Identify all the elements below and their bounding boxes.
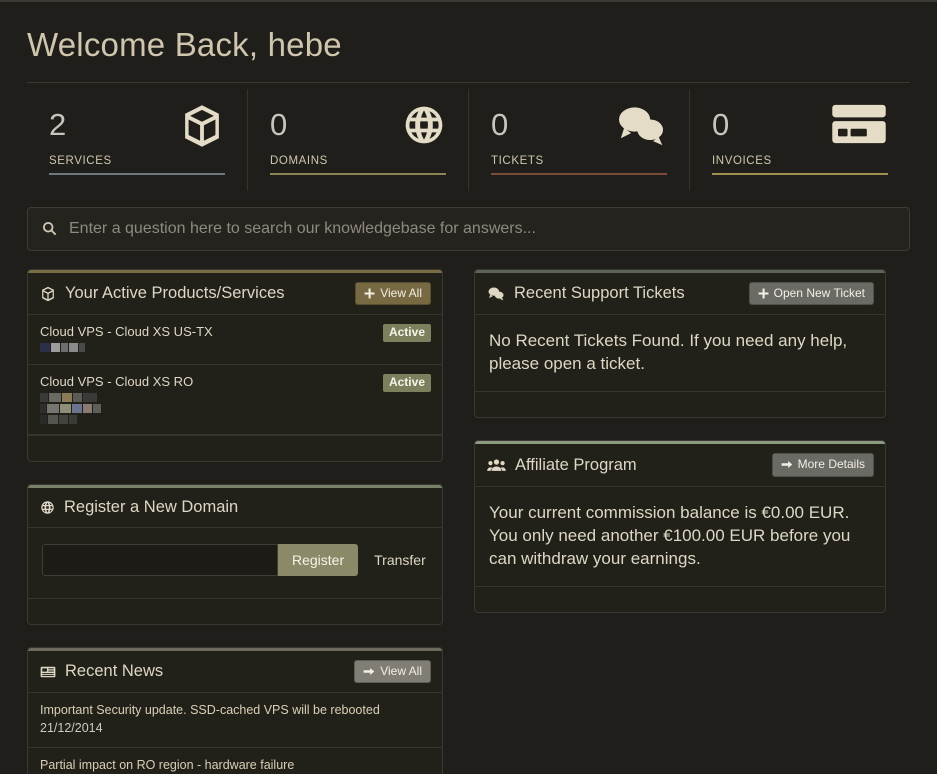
domain-panel-body: Register Transfer: [28, 528, 442, 598]
right-column: Recent Support Tickets Open New Ticket N…: [474, 268, 886, 774]
users-icon: [487, 458, 506, 472]
news-view-all-label: View All: [380, 664, 422, 679]
plus-icon: [758, 288, 769, 299]
search-input[interactable]: [69, 219, 895, 238]
redacted-detail: [40, 343, 430, 355]
news-title: Partial impact on RO region - hardware f…: [40, 757, 295, 772]
status-badge: Active: [382, 374, 431, 392]
affiliate-panel-title: Affiliate Program: [515, 455, 637, 474]
globe-icon: [40, 500, 55, 515]
domain-panel-title: Register a New Domain: [64, 498, 239, 517]
recent-tickets-panel: Recent Support Tickets Open New Ticket N…: [474, 268, 886, 419]
arrow-right-icon: [781, 459, 793, 470]
affiliate-more-details-label: More Details: [797, 457, 865, 472]
stats-strip: 2 SERVICES 0 DOMAINS 0 TICKETS 0 INVOICE…: [27, 83, 910, 191]
affiliate-program-panel: Affiliate Program More Details Your curr…: [474, 440, 886, 613]
stat-services-label: SERVICES: [49, 154, 112, 167]
news-date: 21/12/2014: [40, 721, 103, 736]
box-icon: [179, 103, 225, 149]
list-item[interactable]: Important Security update. SSD-cached VP…: [28, 693, 442, 748]
comments-icon: [487, 286, 505, 301]
stat-domains-value: 0: [270, 106, 288, 142]
stat-tickets[interactable]: 0 TICKETS: [468, 88, 689, 191]
page-title: Welcome Back, hebe: [27, 2, 910, 83]
transfer-link[interactable]: Transfer: [358, 544, 426, 576]
stat-tickets-value: 0: [491, 106, 509, 142]
domain-input[interactable]: [42, 544, 278, 577]
stat-services-value: 2: [49, 106, 67, 142]
table-row[interactable]: Cloud VPS - Cloud XS RO Active: [28, 365, 442, 436]
stat-services[interactable]: 2 SERVICES: [27, 89, 247, 191]
affiliate-panel-header: Affiliate Program More Details: [475, 444, 885, 487]
open-new-ticket-button[interactable]: Open New Ticket: [748, 281, 874, 306]
news-view-all-button[interactable]: View All: [354, 660, 431, 684]
stat-domains-label: DOMAINS: [270, 154, 328, 167]
service-name: Cloud VPS - Cloud XS US-TX: [40, 324, 213, 340]
stat-invoices-value: 0: [712, 106, 730, 142]
stat-domains-rule: [270, 172, 446, 175]
news-panel-header: Recent News View All: [28, 651, 442, 694]
dashboard-columns: Your Active Products/Services View All C…: [27, 268, 910, 774]
comments-icon: [615, 103, 667, 147]
affiliate-panel-title-group: Affiliate Program: [487, 457, 637, 474]
news-panel-title: Recent News: [65, 662, 164, 681]
active-products-panel: Your Active Products/Services View All C…: [27, 268, 443, 463]
knowledgebase-search[interactable]: [27, 206, 910, 251]
tickets-panel-body: No Recent Tickets Found. If you need any…: [475, 315, 885, 391]
dashboard-page: Welcome Back, hebe 2 SERVICES 0 DOMAINS …: [0, 2, 937, 774]
credit-card-icon: [830, 103, 888, 145]
products-panel-title: Your Active Products/Services: [65, 284, 285, 303]
stat-tickets-rule: [491, 172, 667, 175]
plus-icon: [364, 288, 375, 299]
affiliate-panel-footer: [475, 585, 885, 612]
news-title: Important Security update. SSD-cached VP…: [40, 703, 380, 718]
table-row[interactable]: Cloud VPS - Cloud XS US-TX Active: [28, 315, 442, 366]
affiliate-balance-message: Your current commission balance is €0.00…: [489, 502, 851, 568]
tickets-panel-title: Recent Support Tickets: [514, 284, 685, 303]
stat-domains[interactable]: 0 DOMAINS: [247, 88, 468, 191]
redacted-detail: [40, 393, 430, 425]
register-button[interactable]: Register: [278, 544, 359, 577]
stat-invoices-rule: [712, 172, 888, 175]
box-icon: [40, 286, 56, 302]
domain-panel-header: Register a New Domain: [28, 488, 442, 529]
tickets-panel-title-group: Recent Support Tickets: [487, 285, 685, 302]
stat-tickets-label: TICKETS: [491, 154, 544, 167]
open-new-ticket-label: Open New Ticket: [773, 285, 865, 300]
tickets-panel-footer: [475, 391, 885, 417]
affiliate-more-details-button[interactable]: More Details: [771, 453, 874, 477]
products-view-all-button[interactable]: View All: [355, 281, 431, 306]
products-panel-header: Your Active Products/Services View All: [28, 273, 442, 316]
search-icon: [42, 221, 57, 236]
products-panel-title-group: Your Active Products/Services: [40, 285, 285, 302]
service-name: Cloud VPS - Cloud XS RO: [40, 374, 194, 390]
tickets-panel-header: Recent Support Tickets Open New Ticket: [475, 273, 885, 316]
left-column: Your Active Products/Services View All C…: [27, 268, 443, 774]
domain-panel-footer: [28, 598, 442, 624]
stat-invoices-label: INVOICES: [712, 154, 772, 167]
recent-news-panel: Recent News View All Important Security …: [27, 647, 443, 774]
domain-search-form: Register Transfer: [42, 542, 428, 582]
stat-invoices[interactable]: 0 INVOICES: [689, 88, 910, 191]
stat-services-rule: [49, 172, 225, 175]
domain-panel-title-group: Register a New Domain: [40, 499, 238, 516]
status-badge: Active: [382, 324, 431, 342]
list-item[interactable]: Partial impact on RO region - hardware f…: [28, 748, 442, 774]
affiliate-panel-body: Your current commission balance is €0.00…: [475, 487, 885, 586]
news-panel-title-group: Recent News: [40, 663, 163, 680]
arrow-right-icon: [363, 666, 375, 677]
products-view-all-label: View All: [380, 285, 422, 300]
newspaper-icon: [40, 665, 56, 679]
globe-icon: [402, 103, 446, 147]
register-domain-panel: Register a New Domain Register Transfer: [27, 484, 443, 626]
products-panel-footer: [28, 435, 442, 461]
tickets-empty-message: No Recent Tickets Found. If you need any…: [489, 331, 848, 374]
